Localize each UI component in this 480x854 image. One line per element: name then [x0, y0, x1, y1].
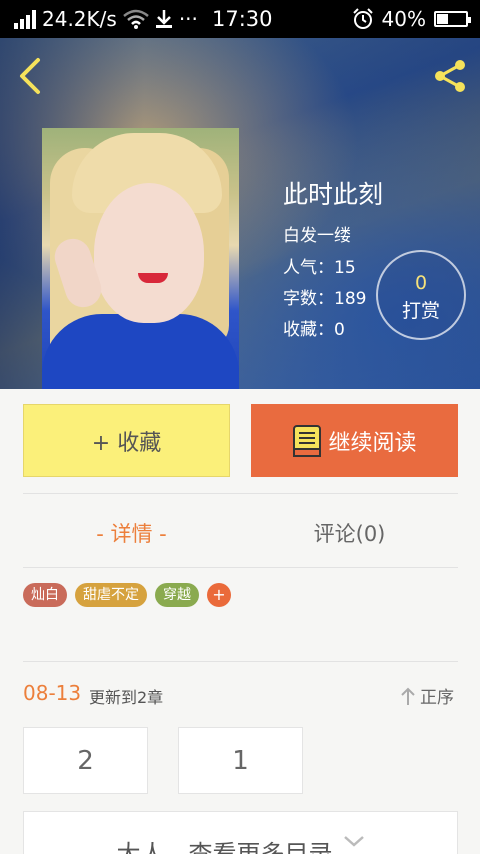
favorites-stat: 收藏：0 [283, 320, 345, 340]
chapter-button[interactable]: 2 [23, 727, 148, 794]
status-bar: 24.2K/s ··· 17:30 40% [0, 0, 480, 38]
sort-label: 正序 [420, 688, 454, 708]
chapter-button[interactable]: 1 [178, 727, 303, 794]
tip-count: 0 [414, 272, 428, 294]
tip-label: 打赏 [401, 300, 440, 322]
arrow-up-icon [401, 687, 415, 705]
add-tag-button[interactable]: + [207, 583, 231, 607]
book-title: 此时此刻 [283, 180, 384, 209]
wifi-icon [123, 9, 149, 29]
clock: 17:30 [212, 7, 273, 31]
status-left: 24.2K/s ··· [14, 0, 198, 38]
book-header: 此时此刻 白发一缕 人气：15 字数：189 收藏：0 0 打赏 [0, 38, 480, 389]
tab-comments[interactable]: 评论(0) [241, 505, 458, 561]
more-catalog-label: 大人，查看更多目录 [116, 840, 333, 854]
chevron-left-icon [20, 58, 40, 94]
tip-button[interactable]: 0 打赏 [376, 250, 466, 340]
chevron-down-icon [343, 836, 364, 847]
alarm-icon [352, 8, 373, 29]
status-right: 40% [352, 0, 471, 38]
sort-order-button[interactable]: 正序 [400, 683, 454, 708]
signal-icon [14, 9, 36, 29]
divider [23, 661, 458, 662]
battery-icon [434, 11, 471, 27]
download-icon [155, 10, 172, 28]
tab-detail[interactable]: - 详情 - [23, 505, 240, 561]
divider [23, 493, 458, 494]
word-count-stat: 字数：189 [283, 289, 367, 309]
continue-reading-button[interactable]: 继续阅读 [251, 404, 458, 477]
favorite-button[interactable]: + 收藏 [23, 404, 230, 477]
tag-chip[interactable]: 穿越 [155, 583, 199, 607]
book-cover-image[interactable] [42, 128, 239, 389]
update-text: 更新到2章 [89, 688, 164, 707]
book-icon [293, 424, 322, 457]
tag-chip[interactable]: 甜虐不定 [75, 583, 147, 607]
more-notifications: ··· [178, 7, 198, 31]
more-catalog-button[interactable]: 大人，查看更多目录 [23, 811, 458, 854]
share-button[interactable] [430, 56, 470, 96]
tag-chip[interactable]: 灿白 [23, 583, 67, 607]
read-label: 继续阅读 [328, 430, 417, 456]
back-button[interactable] [14, 56, 48, 96]
book-author[interactable]: 白发一缕 [283, 221, 351, 246]
share-icon [435, 60, 465, 92]
tag-list: 灿白 甜虐不定 穿越 + [23, 583, 231, 607]
popularity-stat: 人气：15 [283, 258, 356, 278]
favorite-label: + 收藏 [91, 430, 162, 456]
divider [23, 567, 458, 568]
update-date: 08-13 [23, 681, 82, 705]
battery-percent: 40% [381, 7, 426, 31]
net-speed: 24.2K/s [42, 7, 117, 31]
